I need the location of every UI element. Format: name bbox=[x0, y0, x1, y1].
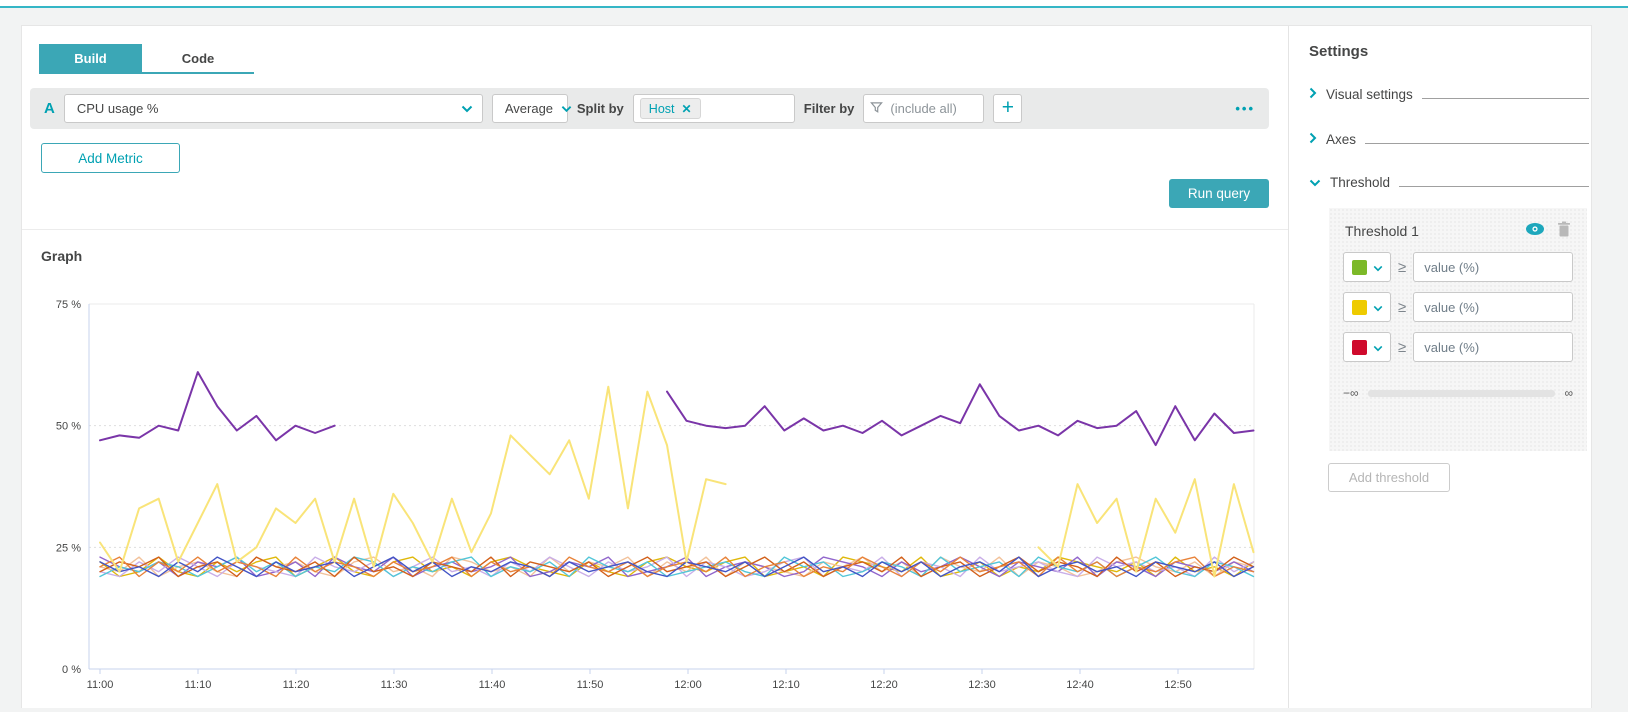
color-swatch-red bbox=[1352, 340, 1367, 355]
svg-text:11:20: 11:20 bbox=[283, 679, 310, 691]
threshold-row: ≥ bbox=[1329, 332, 1587, 362]
svg-text:12:40: 12:40 bbox=[1066, 679, 1094, 691]
svg-text:0 %: 0 % bbox=[62, 664, 81, 676]
threshold-row: ≥ bbox=[1329, 292, 1587, 322]
svg-text:50 %: 50 % bbox=[56, 421, 81, 433]
cpu-usage-chart[interactable]: 0 % 25 % 50 % 75 % 11:00 11:10 11:20 11:30 11:40… bbox=[22, 256, 1288, 709]
infinity-label: ∞ bbox=[1564, 386, 1573, 400]
svg-text:11:10: 11:10 bbox=[185, 679, 212, 691]
add-filter-button[interactable]: + bbox=[993, 94, 1022, 123]
tab-build[interactable]: Build bbox=[39, 44, 142, 74]
settings-section-threshold[interactable]: Threshold bbox=[1309, 172, 1589, 192]
top-accent-bar bbox=[0, 0, 1628, 8]
aggregation-select-value: Average bbox=[505, 101, 553, 116]
threshold-color-select[interactable] bbox=[1343, 252, 1391, 282]
settings-section-label: Threshold bbox=[1330, 175, 1390, 190]
threshold-title: Threshold 1 bbox=[1345, 223, 1513, 239]
main-panel: Build Code A CPU usage % Average Split b… bbox=[21, 25, 1592, 708]
color-swatch-yellow bbox=[1352, 300, 1367, 315]
svg-text:25 %: 25 % bbox=[56, 542, 81, 554]
query-builder-row: A CPU usage % Average Split by Host ✕ Fi… bbox=[30, 88, 1269, 129]
svg-text:11:30: 11:30 bbox=[381, 679, 408, 691]
chevron-down-icon bbox=[1373, 260, 1383, 275]
threshold-color-select[interactable] bbox=[1343, 292, 1391, 322]
filter-by-input[interactable]: (include all) bbox=[863, 94, 984, 123]
chevron-down-icon bbox=[1373, 340, 1383, 355]
chevron-right-icon bbox=[1309, 87, 1317, 102]
svg-text:11:50: 11:50 bbox=[577, 679, 604, 691]
aggregation-select[interactable]: Average bbox=[492, 94, 568, 123]
svg-text:12:50: 12:50 bbox=[1164, 679, 1192, 691]
threshold-card: Threshold 1 ≥ bbox=[1329, 208, 1587, 451]
threshold-value-input[interactable] bbox=[1413, 332, 1573, 362]
neg-infinity-label: −∞ bbox=[1343, 386, 1359, 400]
chevron-down-icon bbox=[1309, 175, 1321, 190]
chevron-right-icon bbox=[1309, 132, 1317, 147]
funnel-icon bbox=[870, 101, 883, 117]
run-query-button[interactable]: Run query bbox=[1169, 179, 1269, 208]
section-rule bbox=[1399, 186, 1589, 187]
svg-text:12:20: 12:20 bbox=[870, 679, 898, 691]
color-swatch-green bbox=[1352, 260, 1367, 275]
threshold-row: ≥ bbox=[1329, 252, 1587, 282]
threshold-color-select[interactable] bbox=[1343, 332, 1391, 362]
threshold-value-input[interactable] bbox=[1413, 292, 1573, 322]
split-by-label: Split by bbox=[577, 101, 624, 116]
metric-select[interactable]: CPU usage % bbox=[64, 94, 483, 123]
threshold-range-slider[interactable] bbox=[1368, 390, 1556, 397]
visibility-toggle-button[interactable] bbox=[1525, 222, 1545, 239]
svg-text:75 %: 75 % bbox=[56, 299, 81, 311]
svg-text:12:30: 12:30 bbox=[968, 679, 996, 691]
threshold-range-row: −∞ ∞ bbox=[1329, 386, 1587, 400]
gte-operator: ≥ bbox=[1398, 259, 1406, 276]
add-threshold-button[interactable]: Add threshold bbox=[1328, 463, 1450, 492]
section-rule bbox=[1365, 143, 1589, 144]
metric-select-value: CPU usage % bbox=[77, 101, 453, 116]
filter-by-label: Filter by bbox=[804, 101, 855, 116]
panel-divider bbox=[1288, 26, 1289, 708]
eye-icon bbox=[1525, 222, 1545, 239]
gte-operator: ≥ bbox=[1398, 339, 1406, 356]
split-chip-host[interactable]: Host ✕ bbox=[640, 98, 701, 119]
chevron-down-icon bbox=[561, 101, 572, 116]
settings-section-axes[interactable]: Axes bbox=[1309, 129, 1589, 149]
trash-icon bbox=[1557, 221, 1571, 240]
split-by-input[interactable]: Host ✕ bbox=[633, 94, 795, 123]
more-options-icon[interactable]: ••• bbox=[1235, 101, 1255, 116]
settings-title: Settings bbox=[1309, 43, 1368, 60]
split-chip-label: Host bbox=[649, 102, 675, 116]
chart-svg: 0 % 25 % 50 % 75 % 11:00 11:10 11:20 11:30 11:40… bbox=[22, 256, 1288, 709]
section-rule bbox=[1422, 98, 1589, 99]
chevron-down-icon bbox=[1373, 300, 1383, 315]
add-metric-button[interactable]: Add Metric bbox=[41, 143, 180, 173]
delete-threshold-button[interactable] bbox=[1557, 221, 1571, 240]
remove-chip-icon[interactable]: ✕ bbox=[682, 102, 692, 116]
settings-section-visual-settings[interactable]: Visual settings bbox=[1309, 84, 1589, 104]
threshold-value-input[interactable] bbox=[1413, 252, 1573, 282]
svg-text:11:40: 11:40 bbox=[479, 679, 506, 691]
settings-section-label: Visual settings bbox=[1326, 87, 1413, 102]
filter-placeholder: (include all) bbox=[890, 101, 956, 116]
svg-text:12:10: 12:10 bbox=[772, 679, 800, 691]
svg-text:11:00: 11:00 bbox=[87, 679, 114, 691]
chevron-down-icon bbox=[461, 101, 473, 116]
tab-code[interactable]: Code bbox=[142, 44, 254, 74]
settings-section-label: Axes bbox=[1326, 132, 1356, 147]
gte-operator: ≥ bbox=[1398, 299, 1406, 316]
svg-text:12:00: 12:00 bbox=[674, 679, 702, 691]
query-row-label: A bbox=[44, 100, 55, 117]
divider bbox=[22, 229, 1288, 230]
